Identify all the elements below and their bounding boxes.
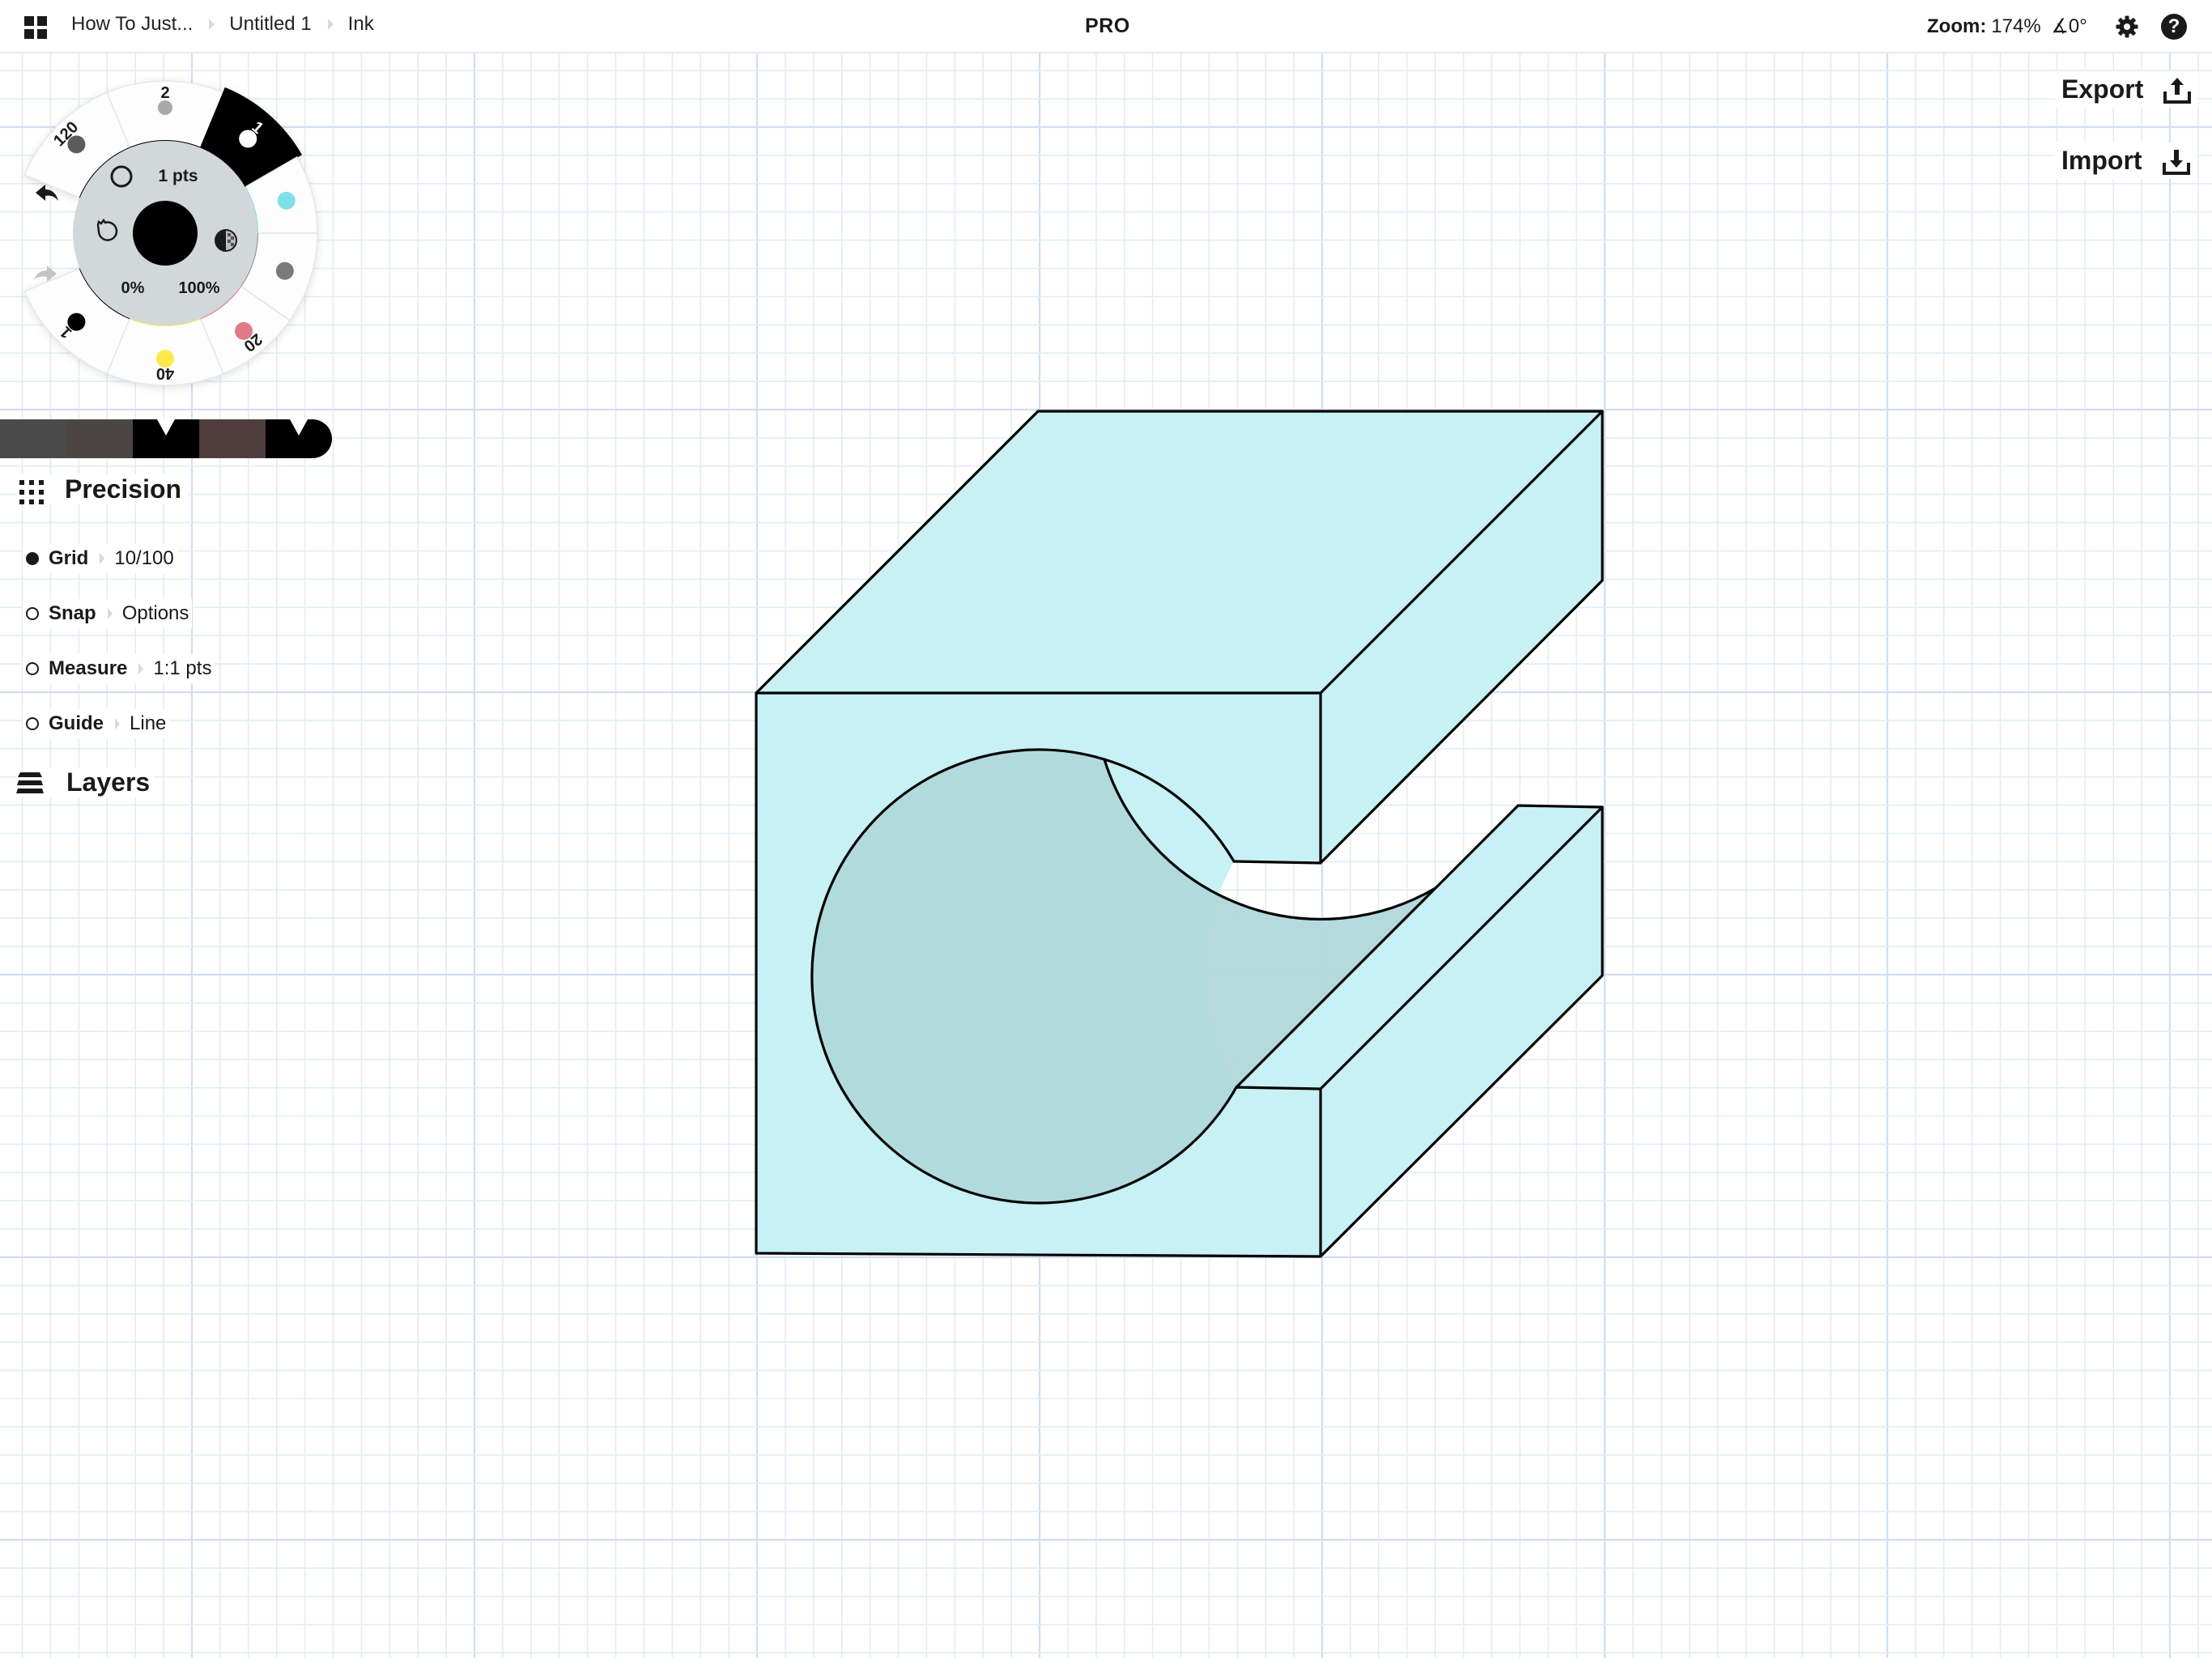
color-swatch[interactable] bbox=[266, 419, 332, 458]
zoom-label: Zoom: bbox=[1927, 15, 1987, 37]
opacity-toggle-icon[interactable] bbox=[215, 229, 237, 252]
tool-size-label: 40 bbox=[156, 364, 174, 382]
snap-label: Snap bbox=[49, 602, 96, 624]
grid-toggle[interactable] bbox=[26, 552, 39, 565]
chevron-right-icon bbox=[209, 19, 215, 30]
rotation-value: ∡0° bbox=[2051, 15, 2087, 37]
measure-value[interactable]: 1:1 pts bbox=[153, 657, 211, 680]
import-label: Import bbox=[2061, 146, 2142, 175]
import-download-icon bbox=[2162, 149, 2190, 175]
breadcrumb-drawing[interactable]: Untitled 1 bbox=[229, 13, 311, 36]
brush-size-label[interactable]: 1 pts bbox=[158, 167, 198, 185]
color-swatch[interactable] bbox=[199, 419, 266, 458]
measure-toggle[interactable] bbox=[26, 662, 39, 675]
chevron-right-icon bbox=[100, 553, 105, 564]
pro-badge[interactable]: PRO bbox=[1085, 15, 1130, 38]
precision-row-snap[interactable]: Snap Options bbox=[23, 599, 193, 628]
guide-toggle[interactable] bbox=[26, 717, 39, 730]
breadcrumb: How To Just... Untitled 1 Ink bbox=[71, 13, 374, 36]
import-button[interactable]: Import bbox=[2055, 142, 2197, 179]
tool-size-label: 2 bbox=[160, 84, 169, 102]
layers-button[interactable]: Layers bbox=[16, 767, 155, 797]
layers-title: Layers bbox=[66, 767, 151, 797]
selected-marker-icon bbox=[290, 419, 308, 436]
grid-label: Grid bbox=[49, 547, 89, 569]
layers-stack-icon bbox=[16, 772, 44, 793]
gallery-grid-icon[interactable] bbox=[24, 16, 47, 39]
tool-preview-icon bbox=[158, 100, 172, 115]
chevron-right-icon bbox=[115, 718, 121, 729]
precision-title: Precision bbox=[65, 474, 182, 504]
precision-row-measure[interactable]: Measure 1:1 pts bbox=[23, 654, 215, 683]
precision-header[interactable]: Precision bbox=[16, 474, 189, 504]
precision-grid-icon bbox=[16, 477, 44, 504]
color-swatch[interactable] bbox=[0, 419, 66, 458]
measure-label: Measure bbox=[49, 657, 128, 679]
color-history bbox=[0, 419, 332, 458]
chevron-right-icon bbox=[138, 663, 144, 674]
opacity-max-label[interactable]: 100% bbox=[178, 279, 219, 297]
color-swatch[interactable] bbox=[133, 419, 199, 458]
settings-gear-icon[interactable] bbox=[2115, 15, 2139, 39]
guide-value[interactable]: Line bbox=[130, 712, 166, 735]
color-swatch[interactable] bbox=[66, 419, 133, 458]
breadcrumb-layer[interactable]: Ink bbox=[348, 13, 374, 36]
tool-preview-icon bbox=[275, 261, 294, 280]
chevron-right-icon bbox=[327, 19, 334, 30]
brush-wheel[interactable]: 1202120401 1 pts 0% 100% bbox=[0, 65, 340, 405]
chevron-right-icon bbox=[107, 608, 113, 619]
export-button[interactable]: Export bbox=[2055, 71, 2199, 108]
export-upload-icon bbox=[2163, 77, 2192, 104]
snap-toggle[interactable] bbox=[26, 607, 39, 620]
precision-row-grid[interactable]: Grid 10/100 bbox=[23, 544, 177, 573]
opacity-min-label[interactable]: 0% bbox=[121, 279, 145, 297]
help-icon[interactable]: ? bbox=[2161, 14, 2187, 40]
zoom-readout[interactable]: Zoom: 174% ∡0° bbox=[1927, 15, 2087, 38]
zoom-value: 174% bbox=[1991, 15, 2041, 37]
current-color-button[interactable] bbox=[133, 201, 198, 266]
grid-value[interactable]: 10/100 bbox=[114, 547, 173, 570]
export-label: Export bbox=[2061, 74, 2144, 104]
selected-marker-icon bbox=[157, 419, 175, 436]
snap-value[interactable]: Options bbox=[122, 602, 189, 625]
precision-row-guide[interactable]: Guide Line bbox=[23, 709, 170, 738]
tool-preview-icon bbox=[277, 191, 296, 210]
breadcrumb-gallery[interactable]: How To Just... bbox=[71, 13, 193, 36]
top-bar: How To Just... Untitled 1 Ink PRO Zoom: 1… bbox=[0, 0, 2212, 53]
guide-label: Guide bbox=[49, 712, 104, 734]
